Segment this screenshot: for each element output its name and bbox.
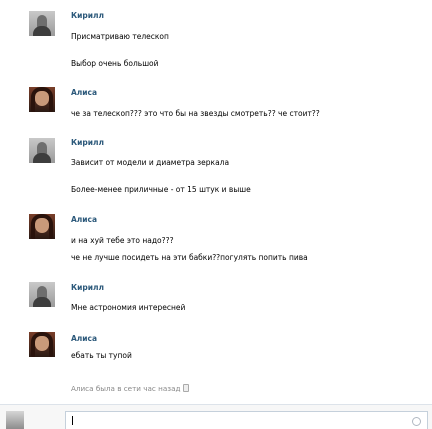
message-text: и на хуй тебе это надо??? [71, 236, 174, 245]
message-text: Выбор очень большой [71, 59, 159, 68]
message-composer [0, 404, 432, 429]
author-name[interactable]: Алиса [71, 215, 97, 224]
chat-history: Кирилл Присматриваю телескоп Выбор очень… [0, 0, 432, 400]
last-seen-text: Алиса была в сети час назад [71, 384, 181, 393]
message-text: че не лучше посидеть на эти бабки??погул… [71, 253, 308, 262]
avatar-alisa[interactable] [29, 87, 55, 112]
author-name[interactable]: Алиса [71, 334, 97, 343]
author-name[interactable]: Кирилл [71, 283, 104, 292]
avatar-alisa[interactable] [29, 332, 55, 357]
avatar-kirill[interactable] [29, 138, 55, 163]
avatar-kirill[interactable] [29, 282, 55, 307]
author-name[interactable]: Алиса [71, 88, 97, 97]
author-name[interactable]: Кирилл [71, 138, 104, 147]
author-name[interactable]: Кирилл [71, 11, 104, 20]
avatar-kirill[interactable] [29, 11, 55, 36]
text-caret [72, 416, 73, 425]
message-text: ебать ты тупой [71, 351, 132, 360]
smile-icon[interactable] [412, 417, 421, 426]
my-avatar[interactable] [6, 411, 24, 429]
message-text: Мне астрономия интересней [71, 303, 186, 312]
lock-icon [183, 384, 190, 392]
message-text: Более-менее приличные - от 15 штук и выш… [71, 185, 251, 194]
message-text: че за телескоп??? это что бы на звезды с… [71, 109, 320, 118]
message-input[interactable] [65, 411, 428, 429]
message-text: Зависит от модели и диаметра зеркала [71, 158, 230, 167]
message-text: Присматриваю телескоп [71, 32, 169, 41]
avatar-alisa[interactable] [29, 214, 55, 239]
last-seen-status: Алиса была в сети час назад [71, 384, 190, 393]
